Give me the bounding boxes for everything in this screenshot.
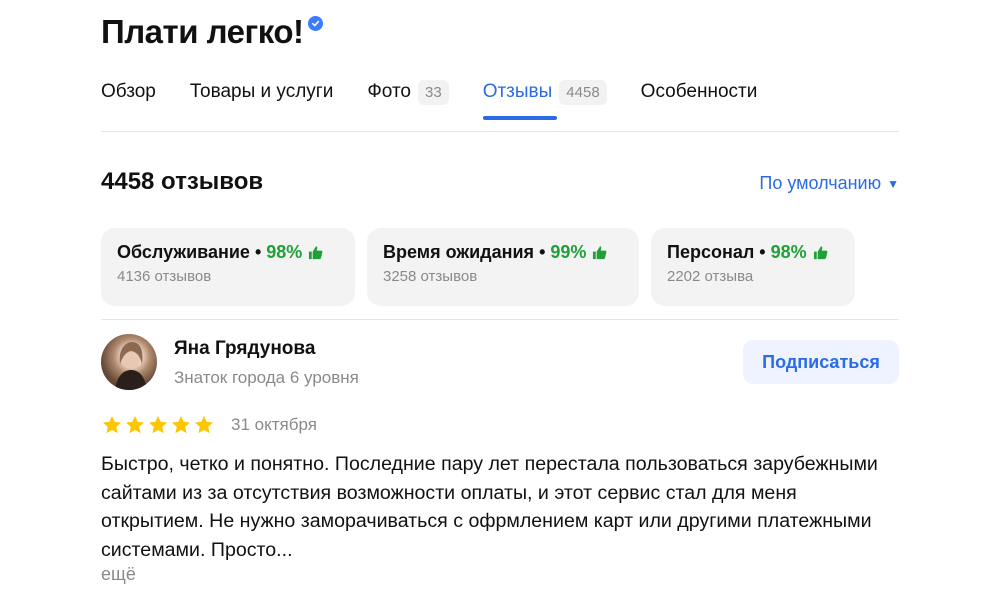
aspect-separator: • [254,242,262,262]
aspect-review-count: 2202 отзыва [667,268,754,285]
tab-overview[interactable]: Обзор [101,76,156,108]
aspect-review-count: 3258 отзывов [383,268,478,285]
aspect-card-waiting-time[interactable]: Время ожидания • 99% 3258 отзывов [367,228,639,306]
rating-stars [101,414,216,436]
aspect-card-staff[interactable]: Персонал • 98% 2202 отзыва [651,228,855,306]
aspect-review-count: 4136 отзывов [117,268,212,285]
aspect-heading: Время ожидания • 99% [383,242,623,263]
aspect-card-service[interactable]: Обслуживание • 98% 4136 отзывов [101,228,355,306]
read-more-link[interactable]: ещё [101,564,136,585]
star-icon [195,416,213,434]
star-icon [103,416,121,434]
avatar[interactable] [101,334,157,390]
tab-features[interactable]: Особенности [641,76,758,108]
aspect-percent: 98% [266,242,303,262]
review-date: 31 октября [231,415,317,434]
thumbs-up-icon [813,245,828,260]
thumbs-up-icon [308,245,323,260]
subscribe-button[interactable]: Подписаться [743,340,899,384]
tab-reviews[interactable]: Отзывы 4458 [482,76,607,120]
aspect-heading: Обслуживание • 98% [117,242,339,263]
org-header: Плати легко! [101,12,323,52]
review-author-level: Знаток города 6 уровня [174,368,359,387]
tab-photo[interactable]: Фото 33 [367,76,449,108]
tab-label: Фото [367,81,411,102]
aspect-separator: • [759,242,766,262]
tab-goods-services[interactable]: Товары и услуги [190,76,333,108]
aspect-name: Обслуживание [117,242,250,262]
tab-label: Товары и услуги [189,81,334,102]
aspect-ratings: Обслуживание • 98% 4136 отзывов Время ож… [101,228,855,306]
thumbs-up-icon [592,245,607,260]
star-icon [149,416,167,434]
tab-count-badge: 4458 [559,79,607,105]
star-icon [126,416,144,434]
aspect-name: Время ожидания [383,242,535,262]
star-icon [172,416,190,434]
tab-label: Особенности [640,81,758,102]
aspect-heading: Персонал • 98% [667,242,839,263]
aspect-name: Персонал [667,242,755,262]
aspect-percent: 99% [550,242,587,262]
aspect-separator: • [539,242,546,262]
tabs-divider [101,131,899,132]
org-tabs: Обзор Товары и услуги Фото 33 Отзывы 445… [101,76,791,120]
tab-label: Отзывы [482,81,553,102]
tab-count-badge: 33 [418,79,449,105]
sort-dropdown[interactable]: По умолчанию ▼ [759,173,899,194]
review-author-name[interactable]: Яна Грядунова [174,338,315,360]
verified-checkmark-icon [307,16,323,31]
tab-label: Обзор [101,81,156,102]
aspects-divider [101,319,899,320]
aspect-percent: 98% [770,242,807,262]
reviews-count-title: 4458 отзывов [101,168,264,195]
sort-label: По умолчанию [759,173,882,193]
dropdown-triangle-icon: ▼ [887,176,899,191]
review-text: Быстро, четко и понятно. Последние пару … [101,453,878,561]
org-title: Плати легко! [101,13,304,50]
